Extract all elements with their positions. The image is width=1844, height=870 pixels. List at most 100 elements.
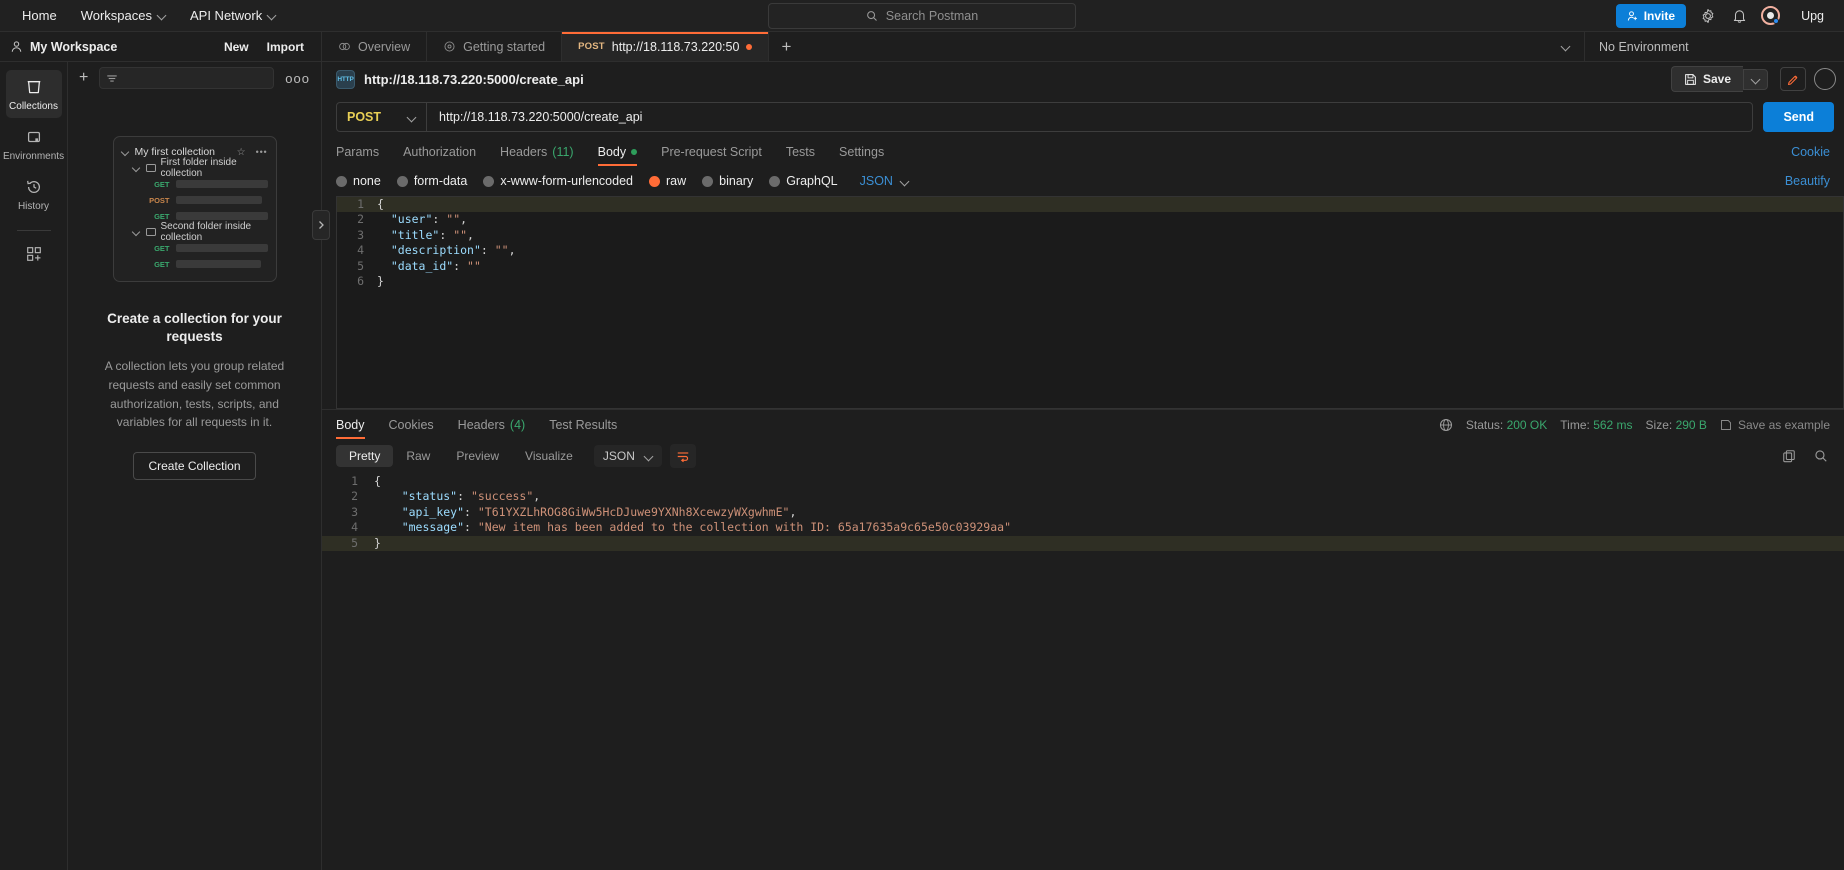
view-mode-visualize[interactable]: Visualize: [512, 445, 586, 467]
view-mode-preview[interactable]: Preview: [443, 445, 512, 467]
main-area: Collections Environments History + ooo M…: [0, 62, 1844, 870]
beautify-button[interactable]: Beautify: [1785, 174, 1844, 188]
invite-button[interactable]: Invite: [1615, 3, 1687, 28]
view-mode-raw[interactable]: Raw: [393, 445, 443, 467]
tab-pre-request-script[interactable]: Pre-request Script: [649, 138, 774, 166]
save-options-button[interactable]: [1743, 68, 1768, 90]
code-text: "title": "",: [390, 227, 474, 242]
tab-headers[interactable]: Headers (11): [488, 138, 586, 166]
response-pane: Body Cookies Headers (4) Test Results St…: [322, 409, 1844, 870]
request-body-editor[interactable]: 1 { 2 "user": "", 3 "title": "", 4 "desc…: [336, 196, 1844, 409]
code-line: 4 "message": "New item has been added to…: [322, 520, 1844, 535]
view-mode-pretty[interactable]: Pretty: [336, 445, 394, 467]
line-number: 5: [357, 258, 364, 273]
method-selector[interactable]: POST: [337, 103, 428, 131]
workspace-selector[interactable]: My Workspace New Import: [0, 32, 322, 61]
tab-getting-started[interactable]: Getting started: [427, 32, 563, 61]
tab-authorization[interactable]: Authorization: [391, 138, 488, 166]
body-type-selector: none form-data x-www-form-urlencoded raw…: [322, 166, 1844, 196]
code-line: 3 "api_key": "T61YXZLhROG8GiWw5HcDJuwe9Y…: [322, 505, 1844, 520]
illustration-folder-row: Second folder inside collection: [122, 221, 268, 243]
environment-label: No Environment: [1599, 39, 1689, 54]
nav-workspaces-label: Workspaces: [80, 8, 152, 23]
tabs-overflow-button[interactable]: [1547, 32, 1584, 61]
filter-icon: [107, 74, 118, 82]
sidebar-more-button[interactable]: ooo: [282, 71, 313, 86]
send-button[interactable]: Send: [1763, 102, 1834, 132]
url-input[interactable]: [427, 103, 1753, 131]
body-type-binary-label: binary: [719, 174, 754, 188]
add-module-button[interactable]: [6, 237, 62, 269]
sidebar-item-collections[interactable]: Collections: [5, 70, 62, 118]
search-response-button[interactable]: [1812, 447, 1830, 465]
response-tab-test-results[interactable]: Test Results: [537, 411, 629, 439]
new-collection-button[interactable]: +: [76, 69, 91, 87]
nav-workspaces[interactable]: Workspaces: [71, 3, 176, 28]
nav-api-network[interactable]: API Network: [180, 3, 286, 28]
save-as-example-button[interactable]: Save as example: [1720, 418, 1830, 432]
invite-person-icon: [1627, 10, 1637, 21]
tab-overview[interactable]: Overview: [322, 32, 428, 61]
code-line: 2 "user": "",: [337, 212, 1843, 227]
response-tab-test-results-label: Test Results: [549, 418, 618, 432]
line-number: 3: [351, 504, 358, 519]
notifications-button[interactable]: [1730, 7, 1748, 25]
response-format-selector[interactable]: JSON: [593, 445, 662, 467]
wrap-lines-icon: [677, 451, 689, 462]
body-type-form-data[interactable]: form-data: [396, 174, 478, 188]
response-tab-cookies[interactable]: Cookies: [377, 411, 446, 439]
add-tab-button[interactable]: +: [769, 32, 803, 61]
sidebar-item-environments[interactable]: Environments: [2, 120, 65, 168]
sidebar-collapse-handle[interactable]: [312, 210, 330, 240]
settings-button[interactable]: [1699, 7, 1717, 25]
body-format-selector[interactable]: JSON: [860, 174, 909, 188]
request-tabs-bar: Overview Getting started POST http://18.…: [322, 32, 1584, 61]
body-type-binary[interactable]: binary: [702, 174, 763, 188]
copy-response-button[interactable]: [1780, 447, 1798, 465]
radio-icon: [483, 175, 495, 187]
tab-tests[interactable]: Tests: [774, 138, 827, 166]
response-body-viewer[interactable]: 1 { 2 "status": "success", 3 "api_key": …: [322, 474, 1844, 870]
tab-settings[interactable]: Settings: [827, 138, 896, 166]
body-type-graphql-label: GraphQL: [786, 174, 838, 188]
body-type-graphql[interactable]: GraphQL: [769, 174, 847, 188]
chevron-down-icon: [1561, 42, 1570, 51]
tab-body[interactable]: Body: [586, 138, 650, 166]
import-button[interactable]: Import: [260, 37, 311, 57]
user-icon: [11, 41, 22, 52]
tab-params[interactable]: Params: [336, 138, 391, 166]
collections-sidebar: + ooo My first collection ☆ ••• First fo…: [68, 62, 330, 870]
more-actions-button[interactable]: [1814, 68, 1836, 90]
body-type-urlencoded[interactable]: x-www-form-urlencoded: [483, 174, 643, 188]
save-button[interactable]: Save: [1670, 66, 1743, 92]
search-input[interactable]: Search Postman: [768, 2, 1076, 29]
tab-create-api-request[interactable]: POST http://18.118.73.220:50: [562, 32, 770, 61]
new-button[interactable]: New: [217, 37, 256, 57]
response-tab-headers[interactable]: Headers (4): [446, 411, 538, 439]
save-label: Save: [1702, 72, 1731, 86]
nav-home[interactable]: Home: [12, 3, 67, 28]
size-value: 290 B: [1675, 418, 1707, 432]
method-badge: POST: [149, 195, 170, 205]
sidebar-item-history[interactable]: History: [6, 170, 62, 218]
code-text: }: [377, 273, 384, 288]
code-line: 2 "status": "success",: [322, 489, 1844, 504]
illustration-request-row: GET: [122, 256, 268, 272]
body-type-raw[interactable]: raw: [649, 174, 696, 188]
body-type-none[interactable]: none: [336, 174, 391, 188]
sidebar-filter-input[interactable]: [99, 67, 275, 89]
workspace-bar: My Workspace New Import Overview Getting…: [0, 32, 1844, 62]
size-label: Size:: [1645, 418, 1673, 432]
user-avatar[interactable]: [1761, 6, 1781, 25]
rail-label-environments: Environments: [2, 151, 65, 162]
chevron-down-icon: [133, 228, 141, 236]
environment-selector[interactable]: No Environment: [1584, 32, 1844, 61]
response-tab-body[interactable]: Body: [336, 411, 377, 439]
tab-body-label: Body: [597, 145, 627, 159]
edit-button[interactable]: [1780, 67, 1806, 91]
create-collection-button[interactable]: Create Collection: [133, 451, 256, 480]
request-tab-strip: Params Authorization Headers (11) Body P…: [322, 138, 1844, 166]
cookies-link[interactable]: Cookie: [1791, 145, 1844, 159]
upgrade-button[interactable]: Upg: [1793, 5, 1832, 27]
wrap-lines-button[interactable]: [669, 444, 696, 468]
